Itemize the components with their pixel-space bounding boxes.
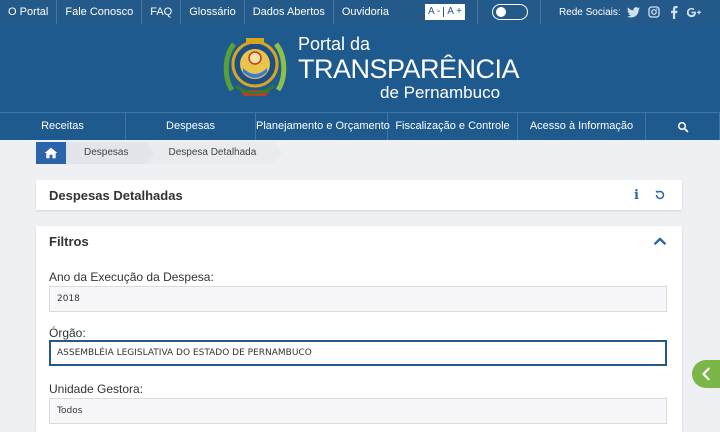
nav-fiscalizacao-controle[interactable]: Fiscalização e Controle bbox=[388, 113, 518, 140]
despesas-detalhadas-panel: Despesas Detalhadas i bbox=[36, 180, 682, 210]
link-faq[interactable]: FAQ bbox=[142, 0, 182, 24]
link-glossario[interactable]: Glossário bbox=[181, 0, 245, 24]
pernambuco-coat-of-arms-icon[interactable] bbox=[222, 34, 288, 100]
font-increase-button[interactable]: A + bbox=[444, 4, 465, 20]
top-utility-bar: O Portal Fale Conosco FAQ Glossário Dado… bbox=[0, 0, 720, 24]
nav-receitas[interactable]: Receitas bbox=[0, 113, 126, 140]
chevron-up-icon[interactable] bbox=[654, 237, 666, 245]
chevron-left-icon bbox=[702, 367, 710, 381]
topbar-divider bbox=[476, 0, 478, 24]
orgao-select[interactable]: ASSEMBLÉIA LEGISLATIVA DO ESTADO DE PERN… bbox=[49, 340, 667, 366]
twitter-icon[interactable] bbox=[627, 5, 641, 19]
breadcrumb-home[interactable] bbox=[36, 142, 74, 164]
social-label: Rede Sociais: bbox=[558, 6, 621, 18]
reset-icon[interactable] bbox=[654, 189, 666, 201]
filters-title: Filtros bbox=[49, 234, 89, 249]
instagram-icon[interactable] bbox=[647, 5, 661, 19]
main-navigation: Receitas Despesas Planejamento e Orçamen… bbox=[0, 112, 720, 140]
nav-search-button[interactable] bbox=[646, 113, 720, 140]
header-banner: Portal da TRANSPARÊNCIA de Pernambuco bbox=[0, 24, 720, 112]
ano-execucao-select[interactable]: 2018 bbox=[49, 286, 667, 312]
topbar-divider bbox=[539, 0, 541, 24]
breadcrumb: Despesas Despesa Detalhada bbox=[36, 142, 283, 164]
link-dados-abertos[interactable]: Dados Abertos bbox=[245, 0, 334, 24]
search-icon bbox=[677, 121, 688, 132]
link-ouvidoria[interactable]: Ouvidoria bbox=[334, 0, 397, 24]
facebook-icon[interactable] bbox=[667, 5, 681, 19]
home-icon bbox=[44, 147, 58, 159]
font-size-controls: A - A + bbox=[424, 4, 465, 20]
panel-title: Despesas Detalhadas bbox=[49, 188, 183, 203]
nav-acesso-informacao[interactable]: Acesso à Informação bbox=[518, 113, 646, 140]
unidade-gestora-label: Unidade Gestora: bbox=[49, 382, 144, 396]
contrast-toggle[interactable] bbox=[491, 4, 528, 20]
breadcrumb-despesas[interactable]: Despesas bbox=[66, 142, 155, 164]
toggle-knob bbox=[495, 7, 506, 17]
breadcrumb-despesa-detalhada: Despesa Detalhada bbox=[146, 142, 283, 164]
brand-line-1: Portal da bbox=[298, 34, 371, 54]
filters-panel: Filtros Ano da Execução da Despesa: 2018… bbox=[36, 226, 682, 432]
brand-line-2: TRANSPARÊNCIA bbox=[298, 54, 520, 84]
ano-execucao-label: Ano da Execução da Despesa: bbox=[49, 270, 214, 284]
font-decrease-button[interactable]: A - bbox=[425, 4, 443, 20]
brand-line-3: de Pernambuco bbox=[380, 83, 501, 102]
info-icon[interactable]: i bbox=[634, 188, 639, 203]
link-fale-conosco[interactable]: Fale Conosco bbox=[57, 0, 143, 24]
unidade-gestora-select[interactable]: Todos bbox=[49, 398, 667, 424]
social-icons bbox=[627, 5, 701, 19]
side-panel-toggle[interactable] bbox=[692, 360, 720, 388]
link-o-portal[interactable]: O Portal bbox=[0, 0, 58, 24]
google-plus-icon[interactable] bbox=[686, 5, 701, 19]
portal-brand[interactable]: Portal da TRANSPARÊNCIA de Pernambuco bbox=[298, 34, 520, 102]
orgao-label: Órgão: bbox=[49, 326, 86, 340]
nav-despesas[interactable]: Despesas bbox=[126, 113, 256, 140]
nav-planejamento-orcamento[interactable]: Planejamento e Orçamento bbox=[256, 113, 390, 140]
